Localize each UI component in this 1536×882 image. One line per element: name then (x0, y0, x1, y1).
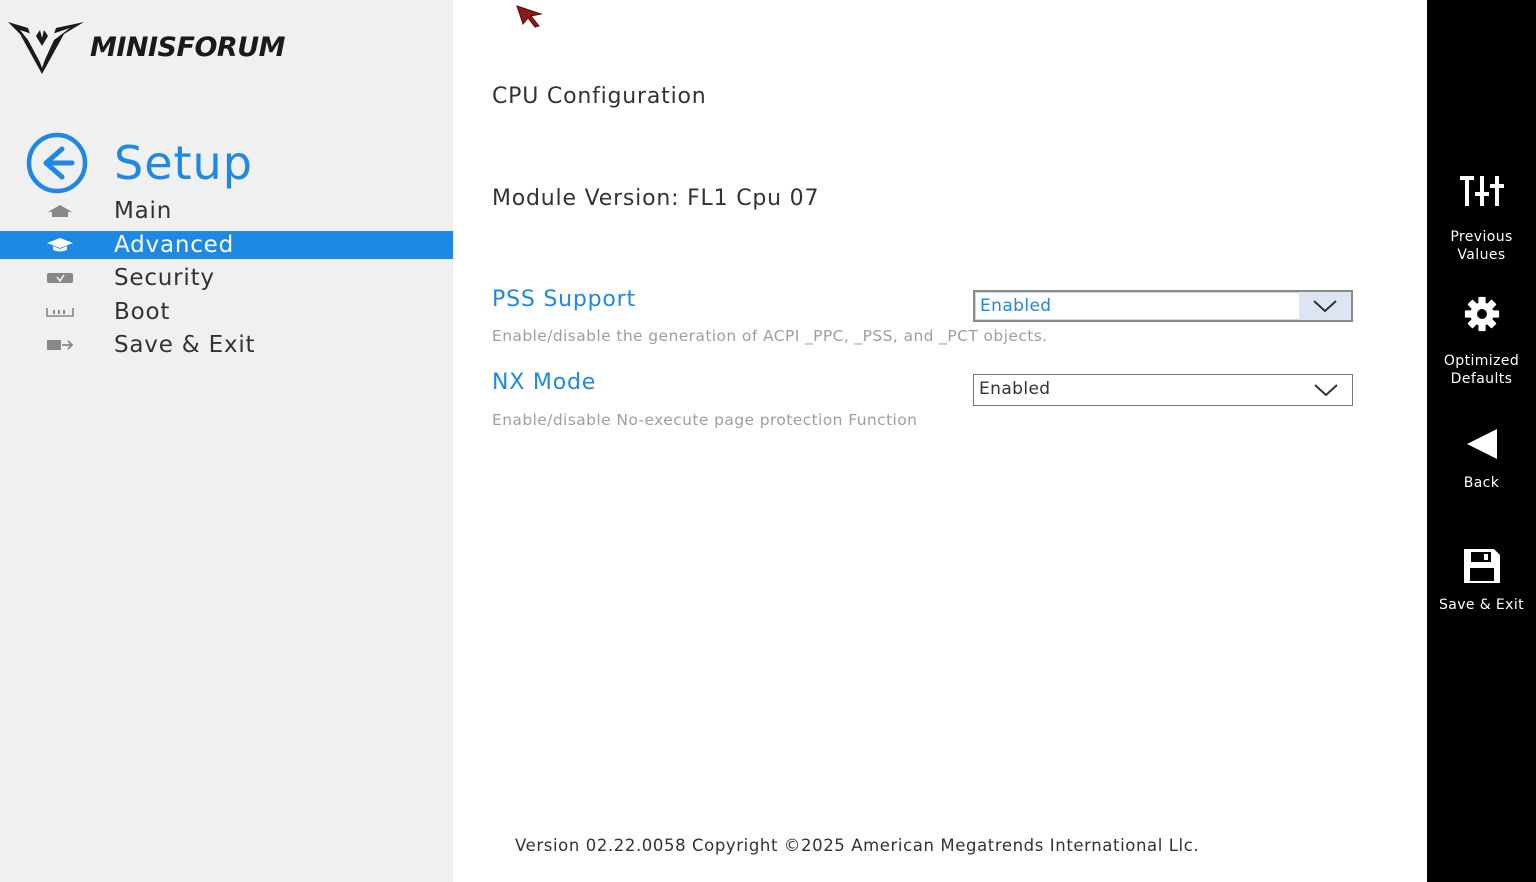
back-label: Back (1463, 475, 1500, 491)
previous-values-button[interactable]: Previous Values (1427, 174, 1536, 264)
chevron-down-icon (1299, 292, 1351, 320)
pss-support-value: Enabled (980, 296, 1052, 316)
graduation-cap-icon (46, 237, 74, 253)
back-button[interactable]: Back (1427, 428, 1536, 492)
minisforum-logo-icon (8, 22, 84, 74)
save-exit-button[interactable]: Save & Exit (1427, 548, 1536, 614)
home-icon (46, 203, 74, 219)
back-triangle-icon (1466, 429, 1497, 459)
sidebar-item-advanced[interactable]: Advanced (0, 230, 453, 259)
sidebar-item-label: Boot (114, 298, 171, 325)
chevron-down-icon (1300, 375, 1352, 405)
sidebar-item-label: Security (114, 265, 215, 292)
sidebar-item-security[interactable]: Security (0, 264, 453, 292)
setup-title: Setup (114, 136, 253, 190)
brand-name: MINISFORUM (90, 31, 285, 63)
setup-header: Setup (26, 132, 253, 194)
sidebar-item-label: Save & Exit (114, 332, 256, 359)
bios-setup-screen: MINISFORUM Setup Main Advanced Security … (0, 0, 1536, 882)
shield-icon (46, 270, 74, 286)
pss-support-label: PSS Support (492, 287, 636, 312)
boot-icon (46, 304, 74, 320)
brand-logo: MINISFORUM (6, 18, 285, 76)
optimized-defaults-button[interactable]: Optimized Defaults (1427, 296, 1536, 388)
exit-icon (46, 337, 74, 353)
sidebar-item-label: Main (114, 198, 173, 224)
nx-mode-description: Enable/disable No-execute page protectio… (492, 411, 918, 429)
previous-values-label-2: Values (1457, 247, 1506, 263)
mouse-cursor-icon (516, 5, 543, 28)
previous-values-label-1: Previous (1450, 229, 1513, 245)
floppy-disk-icon (1463, 549, 1500, 583)
sidebar-item-label: Advanced (114, 231, 235, 258)
nx-mode-select[interactable]: Enabled (973, 374, 1353, 406)
save-exit-label: Save & Exit (1438, 597, 1525, 613)
nx-mode-value: Enabled (979, 379, 1051, 399)
module-version: Module Version: FL1 Cpu 07 (492, 186, 820, 211)
sidebar-nav: Main Advanced Security Boot Save & Exit (0, 197, 453, 365)
sliders-icon (1459, 176, 1504, 206)
gear-icon (1464, 296, 1499, 332)
main-panel (453, 0, 1427, 882)
page-title: CPU Configuration (492, 84, 707, 109)
action-toolbar: Previous Values Optimized Defaults Back … (1427, 0, 1536, 882)
optimized-defaults-label-2: Defaults (1450, 371, 1513, 387)
sidebar: MINISFORUM Setup Main Advanced Security … (0, 0, 453, 882)
sidebar-item-main[interactable]: Main (0, 197, 453, 225)
sidebar-item-save-exit[interactable]: Save & Exit (0, 331, 453, 359)
pss-support-description: Enable/disable the generation of ACPI _P… (492, 327, 1048, 345)
nx-mode-label: NX Mode (492, 370, 597, 395)
optimized-defaults-label-1: Optimized (1443, 353, 1520, 369)
version-footer: Version 02.22.0058 Copyright ©2025 Ameri… (515, 836, 1200, 855)
back-arrow-circle-icon[interactable] (26, 132, 88, 194)
pss-support-select[interactable]: Enabled (973, 290, 1353, 322)
sidebar-item-boot[interactable]: Boot (0, 298, 453, 326)
